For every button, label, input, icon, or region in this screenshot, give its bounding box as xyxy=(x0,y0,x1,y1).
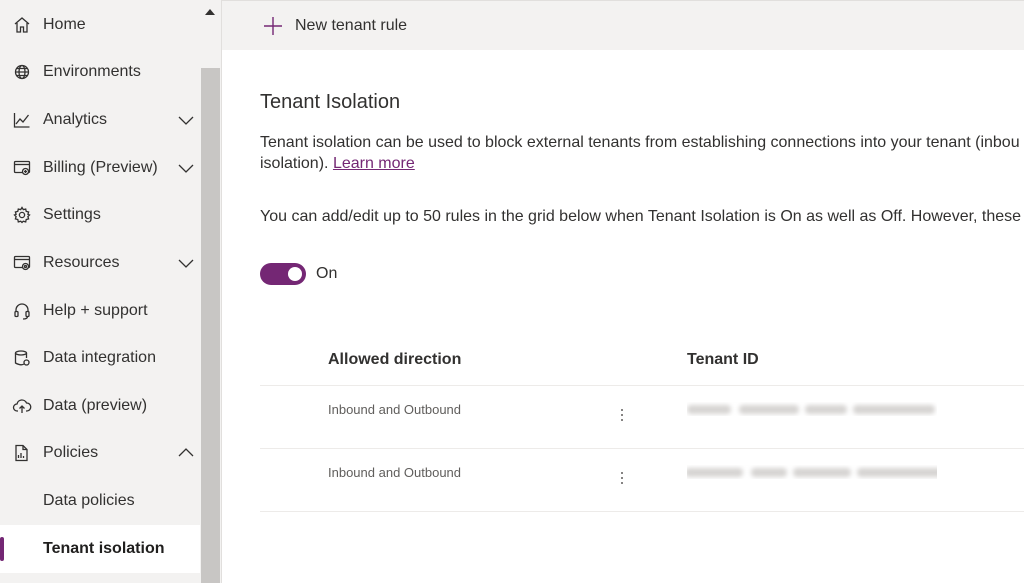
sidebar-item-data-preview[interactable]: Data (preview) xyxy=(0,383,200,429)
resources-icon xyxy=(12,253,32,273)
sidebar-item-policies[interactable]: Policies xyxy=(0,430,200,476)
more-options-icon[interactable] xyxy=(616,406,628,424)
chevron-down-icon[interactable] xyxy=(176,110,196,130)
sidebar-item-data-integration[interactable]: Data integration xyxy=(0,335,200,381)
sidebar-item-label: Data policies xyxy=(43,492,135,509)
headset-icon xyxy=(12,301,32,321)
scroll-up-arrow-icon[interactable] xyxy=(203,6,217,18)
sidebar-item-label: Policies xyxy=(43,444,99,461)
main-content: New tenant rule Tenant Isolation Tenant … xyxy=(222,0,1024,583)
chevron-down-icon[interactable] xyxy=(176,158,196,178)
column-header-allowed-direction[interactable]: Allowed direction xyxy=(328,351,461,369)
description-line-1: Tenant isolation can be used to block ex… xyxy=(260,134,1020,151)
chevron-up-icon[interactable] xyxy=(176,443,196,463)
sidebar-item-label: Home xyxy=(43,16,86,33)
grid-header: Allowed direction Tenant ID xyxy=(260,335,1024,386)
plus-icon xyxy=(264,17,282,35)
description-line-2: isolation). Learn more xyxy=(260,153,1024,174)
selected-indicator xyxy=(0,537,4,561)
sidebar-item-label: Tenant isolation xyxy=(43,540,165,557)
line-chart-icon xyxy=(12,110,32,130)
page-description: Tenant isolation can be used to block ex… xyxy=(260,132,1024,174)
sidebar-item-label: Analytics xyxy=(43,111,108,128)
sidebar-item-analytics[interactable]: Analytics xyxy=(0,97,200,143)
sidebar-item-label: Data (preview) xyxy=(43,397,148,414)
command-bar: New tenant rule xyxy=(222,0,1024,50)
learn-more-link[interactable]: Learn more xyxy=(333,155,415,172)
tenant-isolation-toggle-row: On xyxy=(260,263,337,285)
tenant-id-cell-redacted xyxy=(687,465,937,479)
more-options-icon[interactable] xyxy=(616,469,628,487)
chevron-down-icon[interactable] xyxy=(176,253,196,273)
sidebar-item-label: Help + support xyxy=(43,302,148,319)
app-frame: Home Environments Analytics Billing (Pre… xyxy=(0,0,1024,583)
home-icon xyxy=(12,15,32,35)
billing-icon xyxy=(12,158,32,178)
allowed-direction-cell: Inbound and Outbound xyxy=(328,465,462,480)
table-row[interactable]: Inbound and Outbound xyxy=(260,449,1024,512)
rules-note: You can add/edit up to 50 rules in the g… xyxy=(260,208,1024,225)
sidebar-item-label: Billing (Preview) xyxy=(43,159,158,176)
toggle-state-label: On xyxy=(316,265,338,282)
sidebar-item-home[interactable]: Home xyxy=(0,2,200,48)
gear-icon xyxy=(12,205,32,225)
table-row[interactable]: Inbound and Outbound xyxy=(260,386,1024,449)
page-title: Tenant Isolation xyxy=(260,91,401,113)
sidebar-scrollbar-thumb[interactable] xyxy=(201,68,220,583)
new-tenant-rule-label: New tenant rule xyxy=(295,17,408,34)
sidebar-item-help-support[interactable]: Help + support xyxy=(0,288,200,334)
sidebar-item-resources[interactable]: Resources xyxy=(0,240,200,286)
tenant-isolation-toggle[interactable] xyxy=(260,263,306,285)
toggle-knob xyxy=(288,267,302,281)
column-header-tenant-id[interactable]: Tenant ID xyxy=(687,351,759,369)
tenant-id-cell-redacted xyxy=(687,402,937,416)
globe-icon xyxy=(12,62,32,82)
sidebar: Home Environments Analytics Billing (Pre… xyxy=(0,0,222,583)
sidebar-item-label: Settings xyxy=(43,206,101,223)
sidebar-item-label: Data integration xyxy=(43,349,156,366)
cloud-upload-icon xyxy=(12,396,32,416)
sidebar-item-settings[interactable]: Settings xyxy=(0,192,200,238)
sidebar-item-data-policies[interactable]: Data policies xyxy=(0,478,200,524)
sidebar-item-label: Environments xyxy=(43,63,141,80)
new-tenant-rule-button[interactable]: New tenant rule xyxy=(262,11,407,41)
description-line-2-text: isolation). xyxy=(260,155,329,172)
database-icon xyxy=(12,348,32,368)
sidebar-item-label: Resources xyxy=(43,254,120,271)
sidebar-item-tenant-isolation[interactable]: Tenant isolation xyxy=(0,525,200,573)
sidebar-item-environments[interactable]: Environments xyxy=(0,49,200,95)
allowed-direction-cell: Inbound and Outbound xyxy=(328,402,462,417)
policy-document-icon xyxy=(12,443,32,463)
sidebar-item-billing[interactable]: Billing (Preview) xyxy=(0,145,200,191)
tenant-rules-grid: Allowed direction Tenant ID Inbound and … xyxy=(260,335,1024,512)
